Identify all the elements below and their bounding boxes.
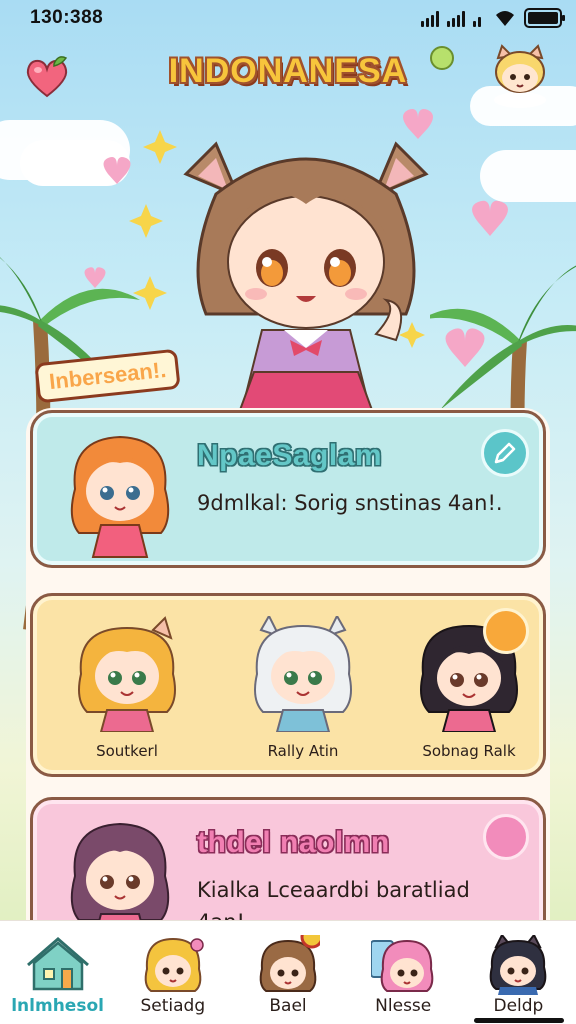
smiley-badge-icon[interactable] [483, 814, 529, 860]
status-time: 130:388 [30, 7, 104, 28]
card-description: 9dmlkal: Sorig snstinas 4an!. [197, 491, 503, 515]
friends-card: Soutkerl Rally Atin Sobnag Ralk [30, 593, 546, 777]
blonde-avatar [78, 616, 176, 733]
cat-mascot-icon[interactable] [484, 44, 556, 110]
battery-icon [524, 8, 565, 28]
edit-button[interactable] [481, 429, 529, 477]
orange-hair-avatar [70, 435, 170, 558]
brown-avatar-icon [259, 935, 320, 992]
signal-icon [473, 9, 486, 27]
heart-icon[interactable] [24, 56, 70, 100]
bottom-nav: lnlmhesol Setiadg Bael Nlesse Deldp [0, 920, 576, 1024]
wifi-icon [496, 11, 514, 26]
status-icons [421, 7, 565, 29]
nav-label: Bael [269, 996, 307, 1016]
dark-avatar-icon [490, 935, 547, 995]
card-title: thdel naolmn [197, 826, 390, 859]
card-title: NpaeSaglam [197, 439, 383, 472]
friend-item[interactable]: Soutkerl [63, 616, 191, 766]
featured-card[interactable]: NpaeSaglam 9dmlkal: Sorig snstinas 4an!. [30, 410, 546, 568]
friend-name: Rally Atin [267, 742, 339, 760]
pink-avatar-icon [371, 939, 434, 992]
smiley-badge-icon[interactable] [483, 608, 529, 654]
nav-label: lnlmhesol [11, 996, 104, 1016]
home-indicator [474, 1018, 564, 1023]
nav-label: Setiadg [140, 996, 206, 1016]
status-bar: 130:388 [0, 0, 576, 36]
pencil-icon [494, 442, 516, 464]
blonde-avatar-icon [144, 937, 204, 992]
friend-name: Soutkerl [96, 742, 158, 760]
nav-item-home[interactable]: lnlmhesol [0, 921, 115, 1024]
nav-item-settings[interactable]: Setiadg [115, 921, 230, 1024]
nav-item-profile[interactable]: Deldp [461, 921, 576, 1024]
nav-label: Deldp [493, 996, 544, 1016]
white-hair-avatar [254, 613, 352, 733]
house-icon [26, 937, 89, 991]
hero-character [183, 141, 429, 411]
chat-bubble-icon [430, 46, 454, 70]
app-title: INDONANESA [168, 52, 408, 90]
nav-label: Nlesse [375, 996, 432, 1016]
nav-item-center[interactable]: Bael [230, 921, 345, 1024]
app-screen: 130:388 INDONANESA Inbersean!. NpaeSagla… [0, 0, 576, 1024]
nav-item-messages[interactable]: Nlesse [346, 921, 461, 1024]
friend-name: Sobnag Ralk [422, 742, 516, 760]
signal-icon [447, 9, 465, 27]
friend-item[interactable]: Rally Atin [239, 613, 367, 766]
signal-icon [421, 9, 439, 27]
